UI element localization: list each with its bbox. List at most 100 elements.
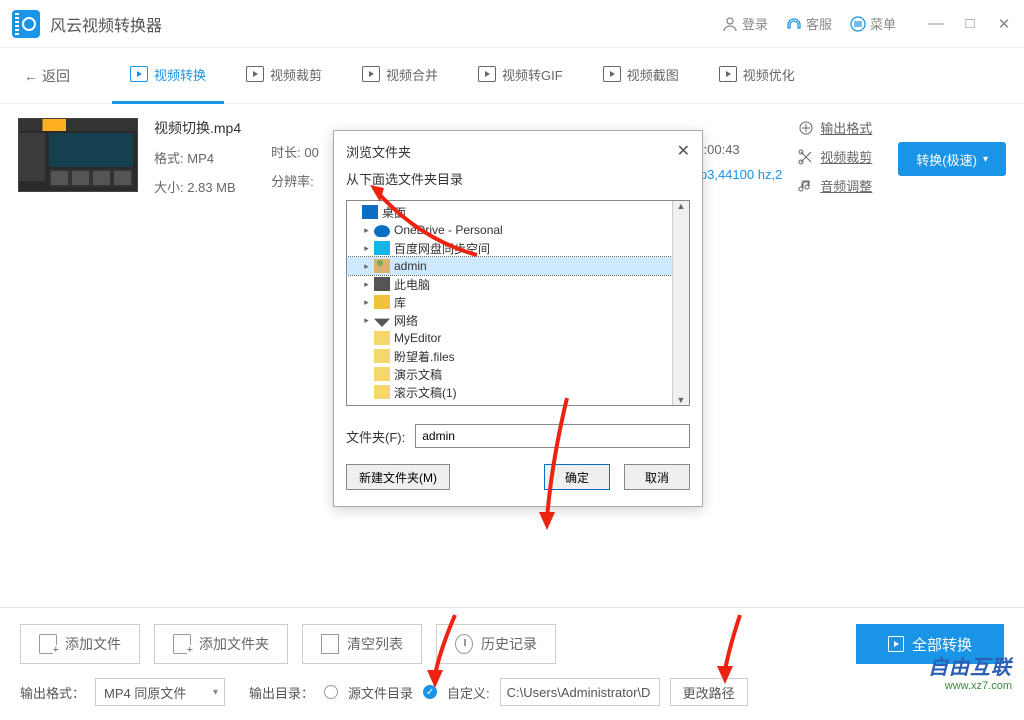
merge-icon	[362, 66, 380, 82]
tab-label: 视频裁剪	[270, 65, 322, 84]
menu-button[interactable]: 菜单	[850, 14, 896, 33]
tree-label: 网络	[394, 312, 418, 329]
tab-merge[interactable]: 视频合并	[344, 48, 456, 104]
tab-screenshot[interactable]: 视频截图	[585, 48, 697, 104]
support-label: 客服	[806, 14, 832, 33]
change-path-button[interactable]: 更改路径	[670, 678, 748, 706]
scroll-up-icon[interactable]: ▲	[677, 201, 686, 211]
path-input[interactable]: C:\Users\Administrator\D	[500, 678, 660, 706]
tree-item[interactable]: ▸OneDrive - Personal	[347, 221, 672, 239]
format-value: MP4	[187, 151, 214, 166]
tree-label: 滚示文稿(1)	[394, 384, 457, 401]
tree-item[interactable]: MyEditor	[347, 329, 672, 347]
file-thumbnail[interactable]	[18, 118, 138, 192]
convert-label: 转换(极速)	[916, 150, 977, 169]
support-button[interactable]: 客服	[786, 14, 832, 33]
file-name: 视频切换.mp4	[154, 118, 241, 138]
tree-item[interactable]: ▸此电脑	[347, 275, 672, 293]
ok-button[interactable]: 确定	[544, 464, 610, 490]
tree-label: admin	[394, 259, 427, 273]
history-button[interactable]: 历史记录	[436, 624, 556, 664]
network-icon	[374, 313, 390, 327]
audio-info: mp3,44100 hz,2	[689, 167, 782, 182]
output-format-label: 输出格式	[820, 118, 872, 137]
tree-item[interactable]: 盼望着.files	[347, 347, 672, 365]
tree-label: 盼望着.files	[394, 348, 455, 365]
scissors-icon	[798, 149, 814, 165]
change-path-label: 更改路径	[683, 683, 735, 702]
convert-button[interactable]: 转换(极速)	[898, 142, 1006, 176]
screenshot-icon	[603, 66, 621, 82]
watermark-url: www.xz7.com	[928, 680, 1012, 692]
folder-name-input[interactable]	[415, 424, 690, 448]
out-format-value: MP4 同原文件	[104, 683, 186, 702]
tree-item[interactable]: 滚示文稿(1)	[347, 383, 672, 401]
file-add-icon	[39, 634, 57, 654]
crop-link[interactable]: 视频裁剪	[798, 147, 872, 166]
tab-label: 视频转GIF	[502, 65, 563, 84]
baidu-icon	[374, 241, 390, 255]
cloud-icon	[374, 223, 390, 237]
format-label: 格式:	[154, 151, 184, 166]
tree-label: MyEditor	[394, 331, 441, 345]
tree-scrollbar[interactable]: ▲▼	[672, 201, 689, 405]
cancel-label: 取消	[645, 471, 669, 485]
tree-label: 库	[394, 294, 406, 311]
output-format-link[interactable]: 输出格式	[798, 118, 872, 137]
radio-source-dir[interactable]	[324, 685, 338, 699]
custom-dir-label: 自定义:	[447, 683, 490, 702]
minimize-button[interactable]: —	[928, 15, 944, 33]
watermark: 自由互联 www.xz7.com	[928, 651, 1012, 692]
clear-label: 清空列表	[347, 634, 403, 654]
play-icon	[888, 636, 904, 652]
back-button[interactable]: ← 返回	[14, 60, 80, 92]
modal-subtitle: 从下面选文件夹目录	[334, 167, 702, 200]
arrow-left-icon: ←	[24, 68, 38, 84]
tree-item[interactable]: ▸库	[347, 293, 672, 311]
res-label: 分辨率:	[271, 174, 314, 189]
folder-tree[interactable]: 桌面 ▸OneDrive - Personal ▸百度网盘同步空间 ▸admin…	[347, 201, 672, 405]
new-folder-label: 新建文件夹(M)	[359, 471, 437, 485]
app-title: 风云视频转换器	[50, 12, 722, 36]
menu-label: 菜单	[870, 14, 896, 33]
tree-root[interactable]: 桌面	[347, 203, 672, 221]
maximize-button[interactable]: □	[962, 15, 978, 33]
headset-icon	[786, 16, 802, 32]
cancel-button[interactable]: 取消	[624, 464, 690, 490]
login-button[interactable]: 登录	[722, 14, 768, 33]
duration-partial: 00	[304, 145, 318, 160]
size-value: 2.83 MB	[187, 180, 235, 195]
new-folder-button[interactable]: 新建文件夹(M)	[346, 464, 450, 490]
clear-list-button[interactable]: 清空列表	[302, 624, 422, 664]
tab-crop[interactable]: 视频裁剪	[228, 48, 340, 104]
tab-convert[interactable]: 视频转换	[112, 48, 224, 104]
add-file-button[interactable]: 添加文件	[20, 624, 140, 664]
close-button[interactable]: ✕	[996, 15, 1012, 33]
music-icon	[798, 178, 814, 194]
tree-item-selected[interactable]: ▸admin	[347, 257, 672, 275]
scroll-down-icon[interactable]: ▼	[677, 395, 686, 405]
folder-name-label: 文件夹(F):	[346, 427, 405, 446]
add-folder-button[interactable]: 添加文件夹	[154, 624, 288, 664]
tab-optimize[interactable]: 视频优化	[701, 48, 813, 104]
folder-icon	[374, 349, 390, 363]
add-folder-label: 添加文件夹	[199, 634, 269, 654]
tree-item[interactable]: ▸网络	[347, 311, 672, 329]
tab-gif[interactable]: 视频转GIF	[460, 48, 581, 104]
modal-title: 浏览文件夹	[346, 142, 411, 161]
radio-custom-dir[interactable]	[423, 685, 437, 699]
audio-link[interactable]: 音频调整	[798, 176, 872, 195]
ok-label: 确定	[565, 471, 589, 485]
add-file-label: 添加文件	[65, 634, 121, 654]
duration-label: 时长:	[271, 145, 301, 160]
tab-label: 视频转换	[154, 65, 206, 84]
folder-icon	[374, 367, 390, 381]
crop-icon	[246, 66, 264, 82]
tree-item[interactable]: 演示文稿	[347, 365, 672, 383]
out-format-select[interactable]: MP4 同原文件	[95, 678, 225, 706]
tree-item[interactable]: ▸百度网盘同步空间	[347, 239, 672, 257]
optimize-icon	[719, 66, 737, 82]
duration-value: 00:00:43	[689, 142, 782, 157]
back-label: 返回	[42, 66, 70, 86]
modal-close-button[interactable]: ✕	[677, 141, 690, 161]
